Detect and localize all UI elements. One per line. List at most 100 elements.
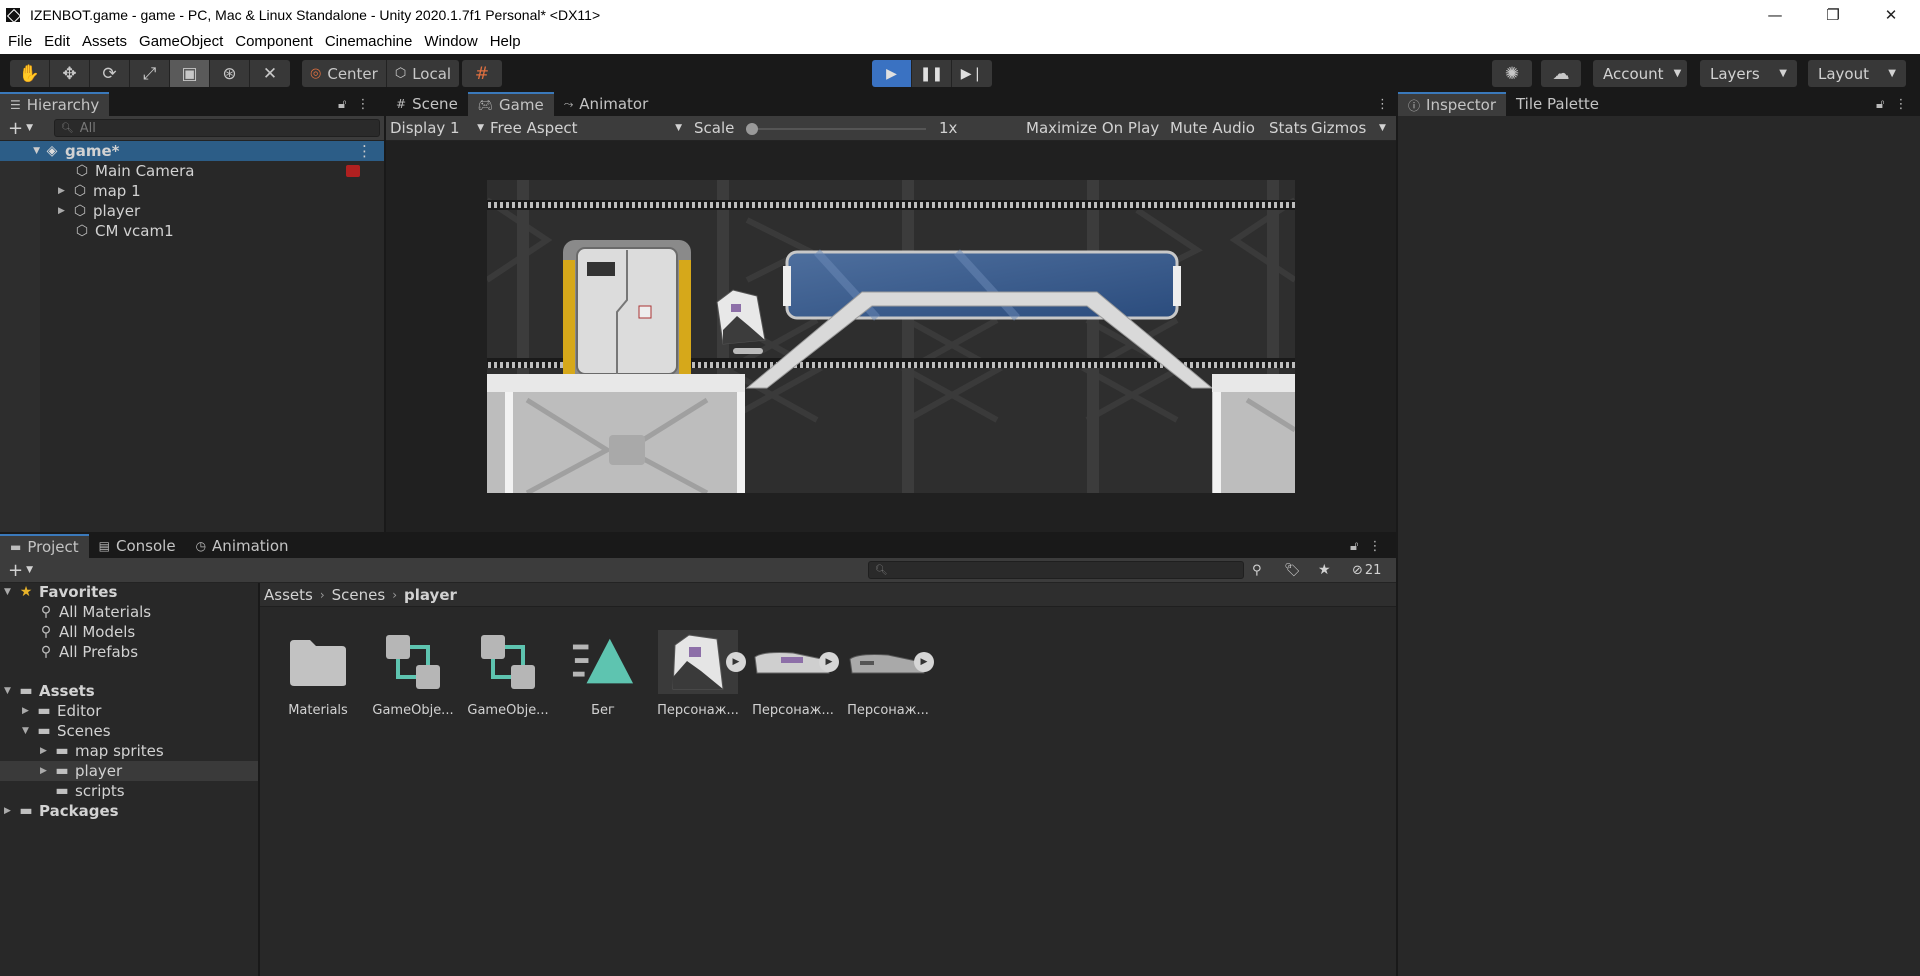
kebab-menu-icon[interactable]: ⋮ xyxy=(357,142,372,160)
menu-help[interactable]: Help xyxy=(484,33,527,50)
tree-item-scenes[interactable]: ▼ ▬ Scenes xyxy=(22,721,258,741)
space-local-button[interactable]: ⬡ Local xyxy=(386,60,460,87)
tree-item-all-models[interactable]: ⚲ All Models xyxy=(38,622,258,642)
add-icon[interactable]: + xyxy=(8,560,23,581)
add-icon[interactable]: + xyxy=(8,118,23,139)
favorite-star-icon[interactable]: ★ xyxy=(1318,562,1331,578)
asset-materials-folder[interactable]: Materials xyxy=(273,630,363,718)
lock-icon[interactable]: 🔓︎ xyxy=(1876,97,1884,112)
tab-animation[interactable]: ◷ Animation xyxy=(186,534,299,558)
tab-scene[interactable]: # Scene xyxy=(386,92,468,116)
tree-favorites[interactable]: ▼ ★ Favorites xyxy=(4,582,258,602)
chevron-down-icon[interactable]: ▼ xyxy=(4,587,18,597)
lock-icon[interactable]: 🔓︎ xyxy=(338,97,346,112)
tree-item-all-materials[interactable]: ⚲ All Materials xyxy=(38,602,258,622)
tree-item-scripts[interactable]: ▬ scripts xyxy=(54,781,258,801)
chevron-right-icon[interactable]: ▶ xyxy=(40,746,54,756)
tab-inspector[interactable]: ⓘ Inspector xyxy=(1398,92,1506,116)
menu-gameobject[interactable]: GameObject xyxy=(133,33,229,50)
menu-window[interactable]: Window xyxy=(418,33,483,50)
transform-tool-icon[interactable]: ⊛ xyxy=(210,60,250,87)
rotate-tool-icon[interactable]: ⟳ xyxy=(90,60,130,87)
hierarchy-item-map-1[interactable]: ▶ ⬡ map 1 xyxy=(58,181,384,201)
asset-gameobject-prefab-2[interactable]: GameObje... xyxy=(463,630,553,718)
grid-snap-icon[interactable]: # xyxy=(462,60,502,87)
chevron-down-icon[interactable]: ▼ xyxy=(4,686,18,696)
kebab-menu-icon[interactable]: ⋮ xyxy=(1376,97,1389,112)
pivot-center-button[interactable]: ◎ Center xyxy=(302,60,387,87)
pause-button[interactable]: ❚❚ xyxy=(912,60,952,87)
hierarchy-search-input[interactable]: 🔍︎ All xyxy=(54,119,380,137)
tab-game[interactable]: 🎮︎ Game xyxy=(467,92,554,116)
play-icon[interactable]: ▶ xyxy=(726,652,746,672)
chevron-down-icon[interactable]: ▼ xyxy=(26,123,33,133)
layers-dropdown[interactable]: Layers ▼ xyxy=(1700,60,1797,87)
breadcrumb-assets[interactable]: Assets xyxy=(264,586,313,604)
tree-item-map-sprites[interactable]: ▶ ▬ map sprites xyxy=(40,741,258,761)
asset-character-sprite-3[interactable]: ▶ Персонаж... xyxy=(843,630,934,718)
asset-character-sprite-1[interactable]: ▶ Персонаж... xyxy=(653,630,746,718)
play-icon[interactable]: ▶ xyxy=(914,652,934,672)
lock-icon[interactable]: 🔓︎ xyxy=(1350,539,1358,554)
mute-audio-button[interactable]: Mute Audio xyxy=(1170,119,1255,137)
tab-console[interactable]: ▤ Console xyxy=(89,534,186,558)
rect-tool-icon[interactable]: ▣ xyxy=(170,60,210,87)
close-button[interactable]: ✕ xyxy=(1862,0,1920,29)
tab-hierarchy[interactable]: ☰ Hierarchy xyxy=(0,92,110,116)
scale-tool-icon[interactable]: ⤢ xyxy=(130,60,170,87)
collab-icon[interactable]: ✺ xyxy=(1492,60,1532,87)
chevron-down-icon[interactable]: ▼ xyxy=(1379,123,1386,133)
layout-dropdown[interactable]: Layout ▼ xyxy=(1808,60,1906,87)
asset-gameobject-prefab-1[interactable]: GameObje... xyxy=(368,630,458,718)
display-dropdown[interactable]: Display 1 ▼ xyxy=(390,119,484,137)
tree-packages[interactable]: ▶ ▬ Packages xyxy=(4,801,258,821)
hidden-packages-button[interactable]: ⊘ 21 xyxy=(1352,563,1381,578)
maximize-on-play-button[interactable]: Maximize On Play xyxy=(1026,119,1159,137)
tree-assets[interactable]: ▼ ▬ Assets xyxy=(4,681,258,701)
kebab-menu-icon[interactable]: ⋮ xyxy=(356,97,369,112)
tab-tile-palette[interactable]: Tile Palette xyxy=(1506,92,1609,116)
chevron-down-icon[interactable]: ▼ xyxy=(26,565,33,575)
gizmos-button[interactable]: Gizmos xyxy=(1311,119,1366,137)
menu-component[interactable]: Component xyxy=(229,33,319,50)
play-button[interactable]: ▶ xyxy=(872,60,912,87)
play-icon[interactable]: ▶ xyxy=(819,652,839,672)
filter-by-type-icon[interactable]: ⚲ xyxy=(1252,563,1262,578)
scene-row[interactable]: ▼ ◈ game* ⋮ xyxy=(0,141,384,161)
step-button[interactable]: ▶❘ xyxy=(952,60,992,87)
chevron-down-icon[interactable]: ▼ xyxy=(0,146,44,156)
scale-slider-thumb[interactable] xyxy=(746,123,758,135)
hierarchy-item-main-camera[interactable]: ⬡ Main Camera xyxy=(74,161,384,181)
custom-tool-icon[interactable]: ✕ xyxy=(250,60,290,87)
hierarchy-item-player[interactable]: ▶ ⬡ player xyxy=(58,201,384,221)
chevron-right-icon[interactable]: ▶ xyxy=(58,186,72,196)
asset-character-sprite-2[interactable]: ▶ Персонаж... xyxy=(748,630,839,718)
breadcrumb-scenes[interactable]: Scenes xyxy=(332,586,386,604)
account-dropdown[interactable]: Account ▼ xyxy=(1593,60,1687,87)
menu-edit[interactable]: Edit xyxy=(38,33,76,50)
asset-run-animation[interactable]: Бег xyxy=(558,630,648,718)
hand-tool-icon[interactable]: ✋ xyxy=(10,60,50,87)
chevron-right-icon[interactable]: ▶ xyxy=(22,706,36,716)
game-viewport[interactable] xyxy=(487,180,1295,493)
tree-item-all-prefabs[interactable]: ⚲ All Prefabs xyxy=(38,642,258,662)
chevron-right-icon[interactable]: ▶ xyxy=(4,806,18,816)
scale-slider[interactable] xyxy=(746,123,926,135)
move-tool-icon[interactable]: ✥ xyxy=(50,60,90,87)
tree-item-player[interactable]: ▶ ▬ player xyxy=(0,761,258,781)
chevron-down-icon[interactable]: ▼ xyxy=(22,726,36,736)
hierarchy-item-cm-vcam1[interactable]: ⬡ CM vcam1 xyxy=(74,221,384,241)
menu-cinemachine[interactable]: Cinemachine xyxy=(319,33,419,50)
kebab-menu-icon[interactable]: ⋮ xyxy=(1368,539,1381,554)
menu-assets[interactable]: Assets xyxy=(76,33,133,50)
cloud-icon[interactable]: ☁ xyxy=(1541,60,1581,87)
chevron-right-icon[interactable]: ▶ xyxy=(58,206,72,216)
tab-project[interactable]: ▬ Project xyxy=(0,534,89,558)
aspect-dropdown[interactable]: Free Aspect ▼ xyxy=(490,119,682,137)
kebab-menu-icon[interactable]: ⋮ xyxy=(1894,97,1907,112)
tab-animator[interactable]: ⤳ Animator xyxy=(554,92,659,116)
menu-file[interactable]: File xyxy=(2,33,38,50)
breadcrumb-player[interactable]: player xyxy=(404,586,457,604)
filter-by-label-icon[interactable]: 🏷︎ xyxy=(1284,563,1301,578)
project-search-input[interactable]: 🔍︎ xyxy=(868,561,1244,579)
